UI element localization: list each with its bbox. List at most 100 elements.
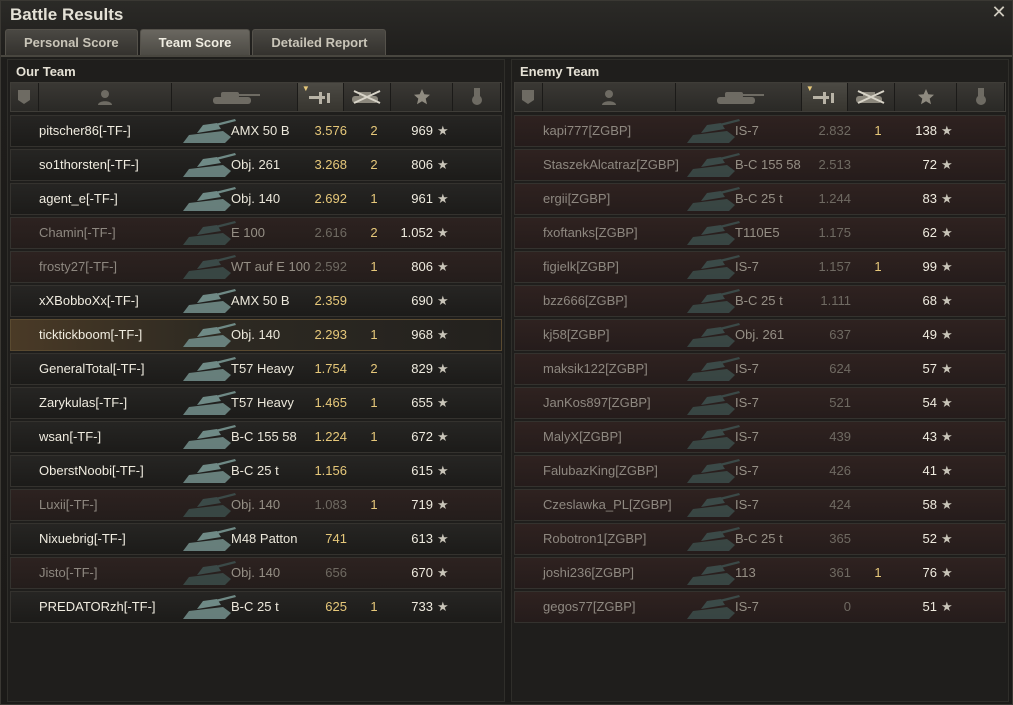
- column-tank[interactable]: [676, 83, 802, 111]
- column-kills[interactable]: [344, 83, 392, 111]
- xp-value: 1.156: [314, 463, 347, 478]
- tank-icon: [209, 89, 261, 105]
- tab-team-score[interactable]: Team Score: [139, 29, 251, 55]
- player-name: Nixuebrig[-TF-]: [39, 531, 126, 546]
- battle-results-window: Battle Results ✕ Personal Score Team Sco…: [0, 0, 1013, 705]
- score-value: 54: [922, 395, 937, 410]
- score-value: 58: [922, 497, 937, 512]
- our-team-player-row[interactable]: GeneralTotal[-TF-] T57 Heavy 1.754 2 829 ★: [10, 353, 502, 385]
- column-medal[interactable]: [453, 83, 502, 111]
- enemy-team-player-row[interactable]: Czeslawka_PL[ZGBP] IS-7 424 58 ★: [514, 489, 1006, 521]
- score-value: 613: [411, 531, 433, 546]
- vehicle-name: E 100: [231, 225, 265, 240]
- column-tank[interactable]: [172, 83, 298, 111]
- score-value: 99: [922, 259, 937, 274]
- column-squad[interactable]: [11, 83, 39, 111]
- enemy-team-player-row[interactable]: kj58[ZGBP] Obj. 261 637 49 ★: [514, 319, 1006, 351]
- star-icon: ★: [941, 497, 953, 512]
- kills-count: 1: [874, 259, 882, 274]
- tank-icon: [181, 525, 237, 553]
- column-player[interactable]: [39, 83, 173, 111]
- score-value: 961: [411, 191, 433, 206]
- our-team-player-row[interactable]: pitscher86[-TF-] AMX 50 B 3.576 2 969 ★: [10, 115, 502, 147]
- close-icon[interactable]: ✕: [990, 3, 1008, 21]
- column-xp[interactable]: ▼: [801, 83, 848, 111]
- enemy-team-player-row[interactable]: FalubazKing[ZGBP] IS-7 426 41 ★: [514, 455, 1006, 487]
- kills-count: [873, 150, 883, 180]
- our-team-player-row[interactable]: ticktickboom[-TF-] Obj. 140 2.293 1 968 ★: [10, 319, 502, 351]
- enemy-team-player-row[interactable]: gegos77[ZGBP] IS-7 0 51 ★: [514, 591, 1006, 623]
- tank-icon: [685, 151, 741, 179]
- our-team-player-row[interactable]: Luxii[-TF-] Obj. 140 1.083 1 719 ★: [10, 489, 502, 521]
- star-icon: ★: [437, 191, 449, 206]
- column-score-star[interactable]: [391, 83, 454, 111]
- star-icon: ★: [437, 463, 449, 478]
- our-team-player-row[interactable]: Zarykulas[-TF-] T57 Heavy 1.465 1 655 ★: [10, 387, 502, 419]
- tank-icon: [685, 117, 741, 145]
- enemy-team-player-row[interactable]: bzz666[ZGBP] B-C 25 t 1.111 68 ★: [514, 285, 1006, 317]
- score-value: 51: [922, 599, 937, 614]
- enemy-team-player-row[interactable]: MalyX[ZGBP] IS-7 439 43 ★: [514, 421, 1006, 453]
- vehicle-name: T57 Heavy: [231, 361, 294, 376]
- enemy-team-player-row[interactable]: ergii[ZGBP] B-C 25 t 1.244 83 ★: [514, 183, 1006, 215]
- enemy-team-player-row[interactable]: joshi236[ZGBP] 113 361 1 76 ★: [514, 557, 1006, 589]
- star-icon: ★: [941, 463, 953, 478]
- xp-value: 1.175: [818, 225, 851, 240]
- column-score-star[interactable]: [895, 83, 958, 111]
- our-team-player-row[interactable]: Jisto[-TF-] Obj. 140 656 670 ★: [10, 557, 502, 589]
- kills-count: 2: [370, 361, 378, 376]
- our-team-player-row[interactable]: wsan[-TF-] B-C 155 58 1.224 1 672 ★: [10, 421, 502, 453]
- score-value: 1.052: [400, 225, 433, 240]
- vehicle-name: WT auf E 100: [231, 259, 311, 274]
- enemy-team-player-row[interactable]: figielk[ZGBP] IS-7 1.157 1 99 ★: [514, 251, 1006, 283]
- enemy-team-player-row[interactable]: kapi777[ZGBP] IS-7 2.832 1 138 ★: [514, 115, 1006, 147]
- enemy-team-player-row[interactable]: maksik122[ZGBP] IS-7 624 57 ★: [514, 353, 1006, 385]
- our-team-player-row[interactable]: Chamin[-TF-] E 100 2.616 2 1.052 ★: [10, 217, 502, 249]
- enemy-team-header: ▼: [514, 82, 1006, 112]
- enemy-team-player-row[interactable]: StaszekAlcatraz[ZGBP] B-C 155 58 2.513 72 ★: [514, 149, 1006, 181]
- star-icon: ★: [437, 157, 449, 172]
- column-xp[interactable]: ▼: [297, 83, 344, 111]
- score-value: 968: [411, 327, 433, 342]
- our-team-player-row[interactable]: xXBobboXx[-TF-] AMX 50 B 2.359 690 ★: [10, 285, 502, 317]
- tank-icon: [181, 559, 237, 587]
- vehicle-name: IS-7: [735, 395, 759, 410]
- kills-count: 2: [370, 157, 378, 172]
- kills-count: [873, 422, 883, 452]
- our-team-player-row[interactable]: frosty27[-TF-] WT auf E 100 2.592 1 806 ★: [10, 251, 502, 283]
- xp-value: 3.576: [314, 123, 347, 138]
- our-team-player-row[interactable]: agent_e[-TF-] Obj. 140 2.692 1 961 ★: [10, 183, 502, 215]
- our-team-player-row[interactable]: so1thorsten[-TF-] Obj. 261 3.268 2 806 ★: [10, 149, 502, 181]
- player-name: JanKos897[ZGBP]: [543, 395, 651, 410]
- enemy-team-player-row[interactable]: fxoftanks[ZGBP] T110E5 1.175 62 ★: [514, 217, 1006, 249]
- player-name: Robotron1[ZGBP]: [543, 531, 647, 546]
- kills-count: [873, 490, 883, 520]
- our-team-player-row[interactable]: PREDATORzh[-TF-] B-C 25 t 625 1 733 ★: [10, 591, 502, 623]
- star-icon: ★: [941, 259, 953, 274]
- kills-count: 2: [370, 225, 378, 240]
- kills-count: [873, 456, 883, 486]
- tab-personal-score[interactable]: Personal Score: [5, 29, 138, 55]
- column-player[interactable]: [543, 83, 677, 111]
- star-icon: ★: [941, 327, 953, 342]
- our-team-header: ▼: [10, 82, 502, 112]
- tab-detailed-report[interactable]: Detailed Report: [252, 29, 387, 55]
- kills-count: 1: [370, 497, 378, 512]
- kills-count: [369, 286, 379, 316]
- our-team-player-row[interactable]: OberstNoobi[-TF-] B-C 25 t 1.156 615 ★: [10, 455, 502, 487]
- column-kills[interactable]: [848, 83, 896, 111]
- xp-value: 1.083: [314, 497, 347, 512]
- our-team-player-row[interactable]: Nixuebrig[-TF-] M48 Patton 741 613 ★: [10, 523, 502, 555]
- enemy-team-player-row[interactable]: JanKos897[ZGBP] IS-7 521 54 ★: [514, 387, 1006, 419]
- enemy-team-player-row[interactable]: Robotron1[ZGBP] B-C 25 t 365 52 ★: [514, 523, 1006, 555]
- vehicle-name: IS-7: [735, 123, 759, 138]
- score-value: 76: [922, 565, 937, 580]
- star-icon: ★: [941, 395, 953, 410]
- player-name: GeneralTotal[-TF-]: [39, 361, 145, 376]
- xp-value: 2.616: [314, 225, 347, 240]
- column-squad[interactable]: [515, 83, 543, 111]
- column-medal[interactable]: [957, 83, 1006, 111]
- player-name: kj58[ZGBP]: [543, 327, 610, 342]
- xp-value: 1.111: [820, 293, 851, 308]
- player-name: agent_e[-TF-]: [39, 191, 118, 206]
